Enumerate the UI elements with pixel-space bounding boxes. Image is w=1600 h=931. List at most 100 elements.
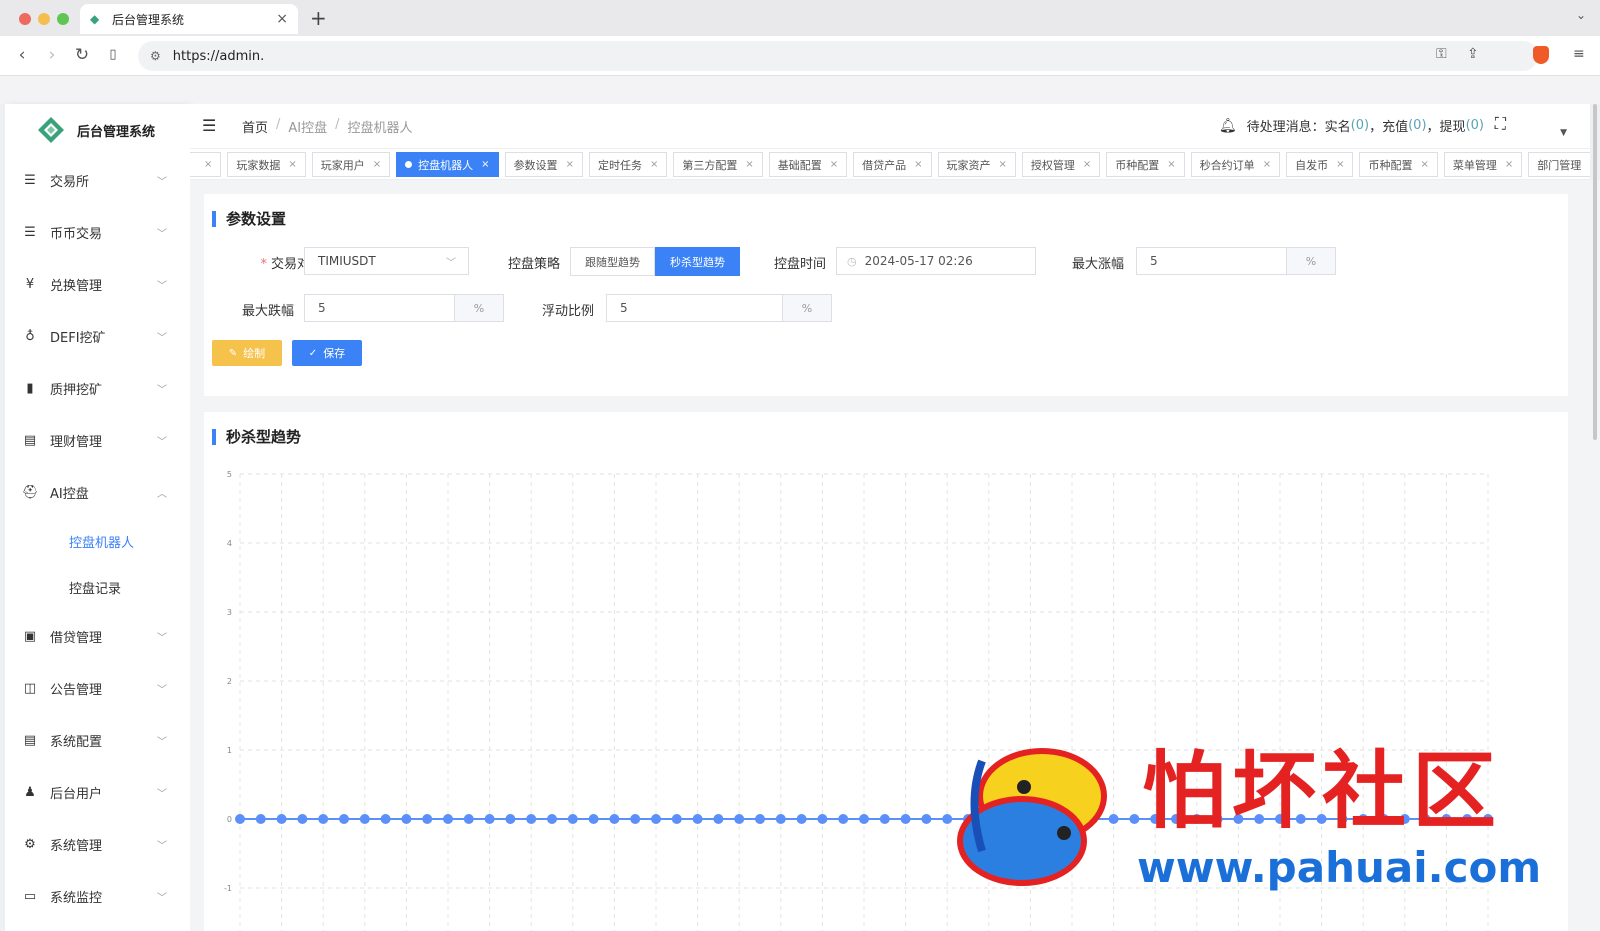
data-point[interactable] xyxy=(859,814,869,824)
data-point[interactable] xyxy=(505,814,516,824)
save-button[interactable]: ✓ 保存 xyxy=(292,340,362,366)
sidebar-item-convert[interactable]: ¥ 兑换管理 ﹀ xyxy=(5,258,190,310)
tag-item[interactable]: 部门管理× xyxy=(1528,152,1590,177)
url-input[interactable]: ⚙ https://admin. xyxy=(138,41,1538,71)
draw-button[interactable]: ✎ 绘制 xyxy=(212,340,282,366)
collapse-menu-icon[interactable]: ☰ xyxy=(202,116,216,135)
tag-item[interactable]: 币种配置 × xyxy=(1106,152,1185,177)
close-tag-icon[interactable]: × xyxy=(1589,159,1590,170)
sidebar-item-ai-control[interactable]: ⛑ AI控盘 ︿ xyxy=(5,466,190,518)
close-tag-icon[interactable]: × xyxy=(566,159,574,170)
close-tag-icon[interactable]: × xyxy=(830,159,838,170)
data-point[interactable] xyxy=(359,814,370,824)
tag-item[interactable]: 参数设置 × xyxy=(504,152,583,177)
sidebar-item-system-monitor[interactable]: ▭ 系统监控 ﹀ xyxy=(5,870,190,922)
data-point[interactable] xyxy=(921,814,932,824)
app-logo[interactable]: 后台管理系统 xyxy=(5,108,190,152)
data-point[interactable] xyxy=(879,814,890,824)
data-point[interactable] xyxy=(276,814,287,824)
sidebar-subitem-robot[interactable]: 控盘机器人 xyxy=(5,518,190,564)
sidebar-item-defi[interactable]: ♁ DEFI挖矿 ﹀ xyxy=(5,310,190,362)
time-picker[interactable]: ◷ 2024-05-17 02:26 xyxy=(836,247,1036,275)
data-point[interactable] xyxy=(463,814,474,824)
data-point[interactable] xyxy=(630,814,641,824)
fullscreen-icon[interactable]: ⛶ xyxy=(1495,114,1506,134)
sidebar-item-system-manage[interactable]: ⚙ 系统管理 ﹀ xyxy=(5,818,190,870)
tag-item[interactable]: 基础配置 × xyxy=(768,152,848,177)
data-point[interactable] xyxy=(942,814,953,824)
close-tag-icon[interactable]: × xyxy=(650,159,658,170)
data-point[interactable] xyxy=(755,814,765,824)
data-point[interactable] xyxy=(838,814,849,824)
close-tag-icon[interactable]: × xyxy=(1263,159,1271,170)
sidebar-item-finance[interactable]: ▤ 理财管理 ﹀ xyxy=(5,414,190,466)
data-point[interactable] xyxy=(671,814,682,824)
close-window-button[interactable] xyxy=(19,13,31,25)
close-tag-icon[interactable]: × xyxy=(288,159,296,170)
data-point[interactable] xyxy=(775,814,786,824)
tag-item[interactable]: 秒合约订单 × xyxy=(1190,152,1281,177)
sidebar-item-coin-trade[interactable]: ☰ 币币交易 ﹀ xyxy=(5,206,190,258)
new-tab-icon[interactable]: + xyxy=(310,6,327,30)
data-point[interactable] xyxy=(900,814,911,824)
data-point[interactable] xyxy=(235,814,245,824)
menu-icon[interactable]: ≡ xyxy=(1573,46,1585,62)
close-tag-icon[interactable]: × xyxy=(914,159,922,170)
close-tag-icon[interactable]: × xyxy=(999,159,1007,170)
close-tag-icon[interactable]: × xyxy=(1083,159,1091,170)
tag-item[interactable]: × xyxy=(190,152,222,177)
sidebar-item-staking[interactable]: ▮ 质押挖矿 ﹀ xyxy=(5,362,190,414)
reload-icon[interactable]: ↻ xyxy=(72,45,92,65)
data-point[interactable] xyxy=(297,814,308,824)
data-point[interactable] xyxy=(796,814,807,824)
data-point[interactable] xyxy=(484,814,495,824)
data-point[interactable] xyxy=(255,814,266,824)
site-settings-icon[interactable]: ⚙ xyxy=(150,49,161,63)
max-fall-input[interactable]: 5 % xyxy=(304,294,504,322)
tag-item[interactable]: 菜单管理 × xyxy=(1443,152,1523,177)
brave-shield-icon[interactable] xyxy=(1533,46,1549,64)
sidebar-item-system-config[interactable]: ▤ 系统配置 ﹀ xyxy=(5,714,190,766)
browser-tab[interactable]: ◆ 后台管理系统 × xyxy=(80,4,298,34)
close-tag-icon[interactable]: × xyxy=(1167,159,1175,170)
data-point[interactable] xyxy=(526,814,537,824)
data-point[interactable] xyxy=(651,814,661,824)
close-tag-icon[interactable]: × xyxy=(1420,159,1428,170)
breadcrumb-home[interactable]: 首页 xyxy=(242,117,268,136)
data-point[interactable] xyxy=(588,814,599,824)
sidebar-subitem-record[interactable]: 控盘记录 xyxy=(5,564,190,610)
share-icon[interactable]: ⇪ xyxy=(1467,46,1479,62)
float-input[interactable]: 5 % xyxy=(606,294,832,322)
close-tag-icon[interactable]: × xyxy=(745,159,753,170)
strategy-spike-button[interactable]: 秒杀型趋势 xyxy=(655,247,740,276)
data-point[interactable] xyxy=(713,814,724,824)
data-point[interactable] xyxy=(339,814,349,824)
max-rise-input[interactable]: 5 % xyxy=(1136,247,1336,275)
data-point[interactable] xyxy=(422,814,433,824)
close-tag-icon[interactable]: × xyxy=(1505,159,1513,170)
tag-item[interactable]: 自发币 × xyxy=(1286,152,1354,177)
data-point[interactable] xyxy=(401,814,412,824)
data-point[interactable] xyxy=(609,814,620,824)
minimize-window-button[interactable] xyxy=(38,13,50,25)
close-tab-icon[interactable]: × xyxy=(276,11,288,27)
back-icon[interactable]: ‹ xyxy=(12,45,32,65)
tag-item[interactable]: 定时任务 × xyxy=(588,152,668,177)
tag-item[interactable]: 玩家资产 × xyxy=(937,152,1016,177)
close-tag-icon[interactable]: × xyxy=(373,159,381,170)
tag-item[interactable]: 币种配置 × xyxy=(1359,152,1438,177)
data-point[interactable] xyxy=(692,814,703,824)
chevron-down-icon[interactable]: ⌄ xyxy=(1576,8,1586,22)
bookmark-icon[interactable]: ▯ xyxy=(103,47,123,62)
data-point[interactable] xyxy=(547,814,557,824)
page-scrollbar[interactable] xyxy=(1593,104,1597,440)
maximize-window-button[interactable] xyxy=(57,13,69,25)
tag-item[interactable]: 玩家用户 × xyxy=(311,152,391,177)
data-point[interactable] xyxy=(734,814,745,824)
strategy-follow-button[interactable]: 跟随型趋势 xyxy=(570,247,655,276)
pair-select[interactable]: TIMIUSDT ﹀ xyxy=(304,247,469,275)
tag-item[interactable]: 借贷产品 × xyxy=(853,152,932,177)
sidebar-item-exchange[interactable]: ☰ 交易所 ﹀ xyxy=(5,154,190,206)
tag-item[interactable]: 授权管理 × xyxy=(1021,152,1101,177)
sidebar-item-admin-users[interactable]: ♟ 后台用户 ﹀ xyxy=(5,766,190,818)
